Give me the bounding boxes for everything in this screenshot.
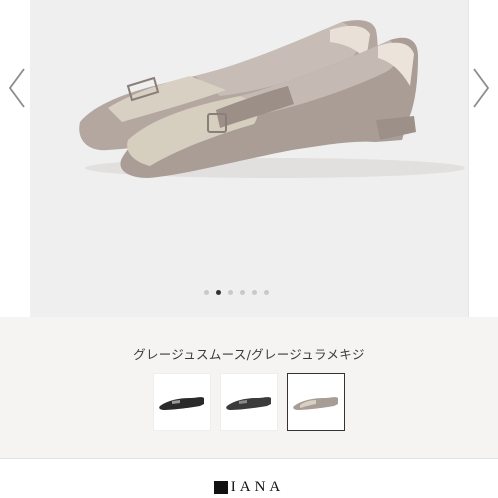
color-swatch-list: [153, 373, 345, 431]
product-image-carousel[interactable]: [0, 0, 498, 317]
next-slide-edge[interactable]: [468, 0, 498, 317]
shoe-illustration: [30, 0, 468, 317]
swatch-shoe-dark-gray: [226, 397, 271, 410]
brand-name: IANA: [230, 479, 285, 495]
carousel-pagination: [204, 290, 269, 298]
swatch-shoe-black: [159, 397, 204, 410]
site-footer: IANA: [0, 458, 498, 498]
chevron-left-icon: [6, 66, 28, 110]
carousel-dot-active[interactable]: [216, 290, 221, 295]
carousel-dot[interactable]: [264, 290, 269, 295]
carousel-dot[interactable]: [252, 290, 257, 295]
brand-mark-icon: [213, 481, 228, 494]
product-page: グレージュスムース/グレージュラメキジ IANA: [0, 0, 498, 498]
selected-color-name: グレージュスムース/グレージュラメキジ: [133, 347, 365, 362]
chevron-right-icon: [470, 66, 492, 110]
color-swatch-black[interactable]: [153, 373, 211, 431]
swatch-shoe-greige: [293, 397, 338, 410]
product-options: グレージュスムース/グレージュラメキジ: [0, 317, 498, 458]
color-swatch-greige[interactable]: [287, 373, 345, 431]
color-swatch-dark-gray[interactable]: [220, 373, 278, 431]
previous-slide-button[interactable]: [6, 66, 28, 110]
product-image: [30, 0, 468, 317]
carousel-dot[interactable]: [204, 290, 209, 295]
carousel-dot[interactable]: [240, 290, 245, 295]
brand-logo[interactable]: IANA: [0, 479, 498, 498]
next-slide-button[interactable]: [470, 66, 492, 110]
previous-slide-edge[interactable]: [0, 0, 30, 317]
carousel-dot[interactable]: [228, 290, 233, 295]
